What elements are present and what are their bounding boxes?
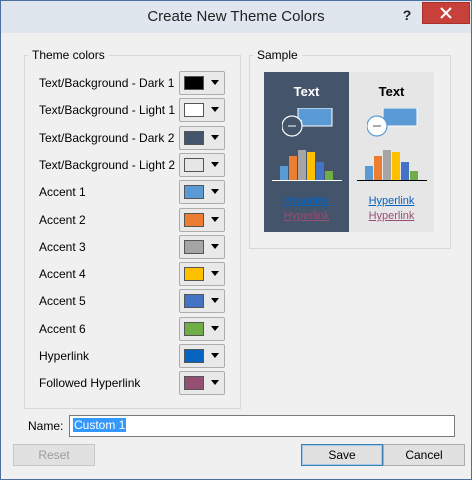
theme-color-label: Accent 1 xyxy=(39,185,86,200)
chevron-down-icon xyxy=(211,243,219,249)
color-picker-button[interactable] xyxy=(179,98,225,123)
color-picker-button[interactable] xyxy=(179,234,225,259)
chart-bar xyxy=(365,166,373,180)
theme-color-row: Followed Hyperlink xyxy=(39,371,254,396)
color-swatch xyxy=(184,267,204,282)
chart-bar xyxy=(401,162,409,180)
chart-bar xyxy=(383,150,391,180)
chevron-down-icon xyxy=(211,380,219,386)
theme-color-row: Accent 6 xyxy=(39,316,254,341)
chart-bar xyxy=(392,152,400,180)
sample-shapes-light xyxy=(367,108,418,137)
sample-chart-dark xyxy=(272,148,342,180)
color-swatch xyxy=(184,294,204,309)
chart-bar xyxy=(410,171,418,180)
color-swatch xyxy=(184,103,204,118)
theme-color-row: Text/Background - Light 1 xyxy=(39,98,254,123)
theme-color-row: Text/Background - Light 2 xyxy=(39,152,254,177)
chart-axis xyxy=(357,180,427,181)
color-picker-button[interactable] xyxy=(179,152,225,177)
chart-bar xyxy=(374,156,382,180)
chart-bar xyxy=(298,150,306,180)
theme-color-row: Accent 2 xyxy=(39,207,254,232)
chevron-down-icon xyxy=(211,107,219,113)
sample-chart-light xyxy=(357,148,427,180)
sample-shapes-dark xyxy=(282,108,333,137)
close-icon xyxy=(440,7,452,19)
save-button[interactable]: Save xyxy=(301,444,383,466)
name-label: Name: xyxy=(28,419,64,433)
chevron-down-icon xyxy=(211,298,219,304)
cancel-button[interactable]: Cancel xyxy=(383,444,465,466)
create-theme-colors-dialog: Create New Theme Colors ? Theme colors T… xyxy=(0,0,472,480)
chevron-down-icon xyxy=(211,189,219,195)
color-picker-button[interactable] xyxy=(179,71,225,95)
sample-followed-hyperlink-dark: Hyperlink xyxy=(283,210,330,222)
chart-bar xyxy=(307,152,315,180)
help-button[interactable]: ? xyxy=(398,5,416,25)
color-swatch xyxy=(184,376,204,391)
theme-color-label: Accent 6 xyxy=(39,321,86,336)
chart-bar xyxy=(280,166,288,180)
theme-color-label: Text/Background - Light 1 xyxy=(39,103,176,118)
theme-color-label: Hyperlink xyxy=(39,349,90,363)
theme-color-row: Text/Background - Dark 2 xyxy=(39,125,254,150)
chart-axis xyxy=(272,180,342,181)
theme-color-row: Accent 1 xyxy=(39,180,254,205)
chevron-down-icon xyxy=(211,271,219,277)
sample-hyperlink-light: Hyperlink xyxy=(368,195,415,207)
color-picker-button[interactable] xyxy=(179,371,225,396)
color-picker-button[interactable] xyxy=(179,289,225,314)
color-swatch xyxy=(184,212,204,227)
color-swatch xyxy=(184,349,204,363)
sample-hyperlink-dark: Hyperlink xyxy=(283,195,330,207)
name-input-value: Custom 1 xyxy=(73,418,127,432)
close-button[interactable] xyxy=(422,2,470,24)
sample-text-light: Text xyxy=(378,84,405,99)
reset-button[interactable]: Reset xyxy=(13,444,95,466)
color-picker-button[interactable] xyxy=(179,316,225,341)
sample-followed-hyperlink-light: Hyperlink xyxy=(368,210,415,222)
chevron-down-icon xyxy=(211,216,219,222)
color-swatch xyxy=(184,76,204,90)
color-swatch xyxy=(184,239,204,254)
theme-color-row: Hyperlink xyxy=(39,344,254,368)
color-picker-button[interactable] xyxy=(179,344,225,368)
chevron-down-icon xyxy=(211,325,219,331)
theme-color-row: Text/Background - Dark 1 xyxy=(39,71,254,95)
chevron-down-icon xyxy=(211,353,219,358)
color-picker-button[interactable] xyxy=(179,125,225,150)
theme-color-label: Text/Background - Dark 1 xyxy=(39,76,175,90)
color-picker-button[interactable] xyxy=(179,180,225,205)
chart-bar xyxy=(289,156,297,180)
color-swatch xyxy=(184,321,204,336)
title-bar: Create New Theme Colors ? xyxy=(1,1,471,33)
theme-colors-group-label: Theme colors xyxy=(28,48,109,62)
theme-color-label: Text/Background - Dark 2 xyxy=(39,130,175,145)
theme-color-label: Accent 3 xyxy=(39,239,86,254)
color-swatch xyxy=(184,157,204,172)
theme-color-row: Accent 3 xyxy=(39,234,254,259)
name-input[interactable]: Custom 1 xyxy=(69,415,455,437)
sample-text-dark: Text xyxy=(293,84,320,99)
color-picker-button[interactable] xyxy=(179,207,225,232)
theme-color-label: Text/Background - Light 2 xyxy=(39,157,176,172)
theme-color-row: Accent 4 xyxy=(39,262,254,287)
theme-color-label: Followed Hyperlink xyxy=(39,376,141,391)
chart-bar xyxy=(325,171,333,180)
color-swatch xyxy=(184,130,204,145)
chevron-down-icon xyxy=(211,161,219,167)
theme-color-label: Accent 4 xyxy=(39,267,86,282)
theme-color-label: Accent 2 xyxy=(39,212,86,227)
theme-color-row: Accent 5 xyxy=(39,289,254,314)
theme-color-label: Accent 5 xyxy=(39,294,86,309)
sample-dark-panel: Text Hyperlink Hyperlink xyxy=(264,72,349,232)
chart-bar xyxy=(316,162,324,180)
color-swatch xyxy=(184,185,204,200)
color-picker-button[interactable] xyxy=(179,262,225,287)
chevron-down-icon xyxy=(211,134,219,140)
sample-light-panel: Text Hyperlink Hyperlink xyxy=(349,72,434,232)
sample-group-label: Sample xyxy=(253,48,302,62)
chevron-down-icon xyxy=(211,80,219,85)
